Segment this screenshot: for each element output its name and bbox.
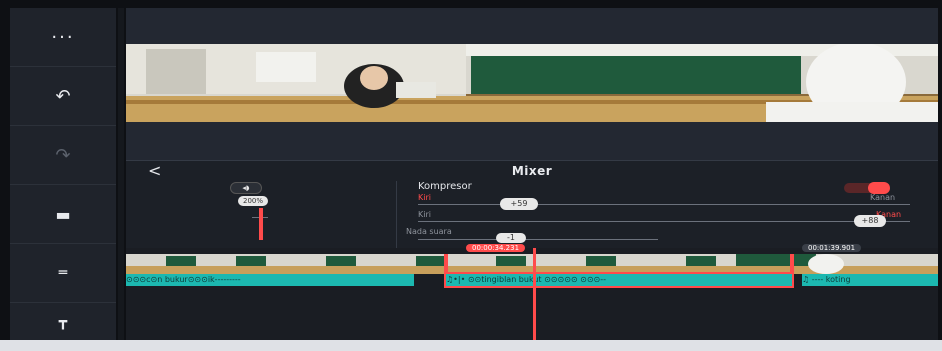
audio-clip-2-selected[interactable]: ♫•|• ⊙⊙tingiblan bukut ⊙⊙⊙⊙⊙ ⊙⊙⊙--	[444, 272, 794, 288]
redo-button[interactable]: ↷	[10, 126, 116, 185]
mixer-title: Mixer	[511, 164, 553, 178]
crop-button[interactable]: ▬	[10, 185, 116, 244]
preview-top-bar	[126, 8, 938, 44]
video-preview[interactable]	[126, 44, 938, 122]
pin-icon: ┳	[58, 313, 68, 330]
kanan-value-pill[interactable]: +88	[854, 215, 886, 227]
sidebar-divider	[118, 8, 124, 340]
audio-clip-3-label: ♫ ---- koting	[802, 275, 851, 284]
volume-value-pill[interactable]: 200%	[238, 196, 268, 206]
mixer-header: < Mixer	[126, 161, 938, 181]
undo-icon: ↶	[55, 85, 71, 107]
kiri-slider-track[interactable]	[418, 204, 910, 205]
volume-section: ◂◗ 200%	[126, 181, 397, 249]
current-time-badge: 00:00:34.231	[466, 244, 526, 252]
right-channel-label-top: Kanan	[870, 193, 896, 202]
playhead[interactable]	[533, 248, 536, 340]
adjust-icon: ═	[58, 265, 68, 281]
audio-clip-1-label: ⊙⊙⊙c⊙n bukur⊙⊙⊙ik---------	[126, 275, 241, 284]
kiri-value-pill[interactable]: +59	[500, 198, 538, 210]
preview-controls-area	[126, 122, 938, 160]
compressor-label: Kompresor	[418, 181, 472, 192]
timeline[interactable]: 00:00:34.231 00:01:39.901 ⊙⊙⊙c⊙n bukur⊙⊙…	[126, 244, 938, 340]
more-button[interactable]: ···	[10, 8, 116, 67]
pitch-label: Nada suara	[406, 227, 452, 236]
redo-icon: ↷	[55, 144, 71, 166]
audio-clip-1[interactable]: ⊙⊙⊙c⊙n bukur⊙⊙⊙ik---------	[126, 274, 414, 286]
tool-sidebar: ··· ↶ ↷ ▬ ═ ┳	[10, 8, 116, 340]
adjust-button[interactable]: ═	[10, 244, 116, 303]
compressor-section: Kompresor Kiri Kanan +59 Kiri Kanan +88 …	[398, 181, 938, 249]
clip-thumbnails[interactable]	[126, 254, 938, 274]
pitch-value-pill[interactable]: -1	[496, 233, 526, 243]
left-channel-label-bottom: Kiri	[418, 210, 431, 219]
mixer-panel: < Mixer ◂◗ 200% Kompresor Kiri Kanan +59…	[126, 160, 938, 249]
compressor-toggle[interactable]	[844, 182, 890, 194]
system-navbar	[0, 340, 942, 351]
left-channel-label-top: Kiri	[418, 193, 431, 202]
kanan-slider-track[interactable]	[418, 221, 910, 222]
audio-clip-2-label: ♫•|• ⊙⊙tingiblan bukut ⊙⊙⊙⊙⊙ ⊙⊙⊙--	[446, 275, 607, 284]
thumbnail-strip	[126, 254, 938, 274]
more-icon: ···	[51, 26, 75, 48]
undo-button[interactable]: ↶	[10, 67, 116, 126]
crop-icon: ▬	[55, 204, 71, 224]
pitch-slider-track[interactable]	[418, 239, 658, 240]
video-frame-image	[126, 44, 938, 122]
audio-clip-3[interactable]: ♫ ---- koting	[802, 274, 938, 286]
volume-icon[interactable]: ◂◗	[230, 182, 262, 194]
end-time-badge: 00:01:39.901	[802, 244, 862, 252]
pin-button[interactable]: ┳	[10, 303, 116, 340]
volume-slider[interactable]	[259, 208, 263, 240]
